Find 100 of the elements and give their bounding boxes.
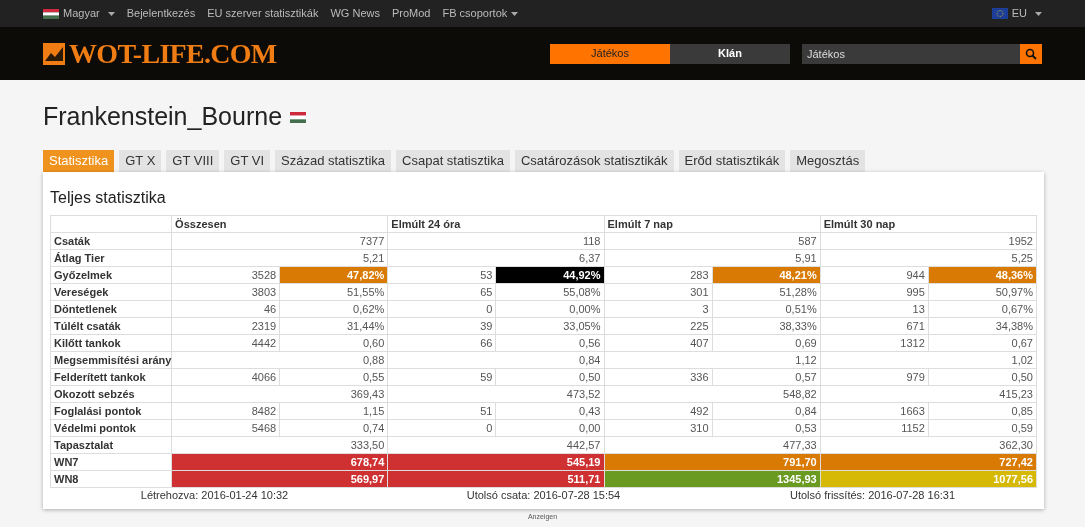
table-cell: 0,69: [712, 334, 821, 352]
mode-tab[interactable]: Klán: [670, 43, 790, 64]
row-label: Csaták: [50, 232, 172, 250]
table-cell: 2319: [171, 317, 280, 335]
nav-link[interactable]: EU szerver statisztikák: [207, 5, 319, 22]
table-cell: 0,53: [712, 419, 821, 437]
table-cell: 65: [387, 283, 496, 301]
table-cell: 336: [604, 368, 713, 386]
table-cell: 1312: [820, 334, 929, 352]
table-cell: 225: [604, 317, 713, 335]
logo[interactable]: WOT-LIFE.COM: [69, 32, 277, 75]
table-cell: 1,12: [604, 351, 821, 369]
caret-icon: [107, 11, 115, 16]
table-cell: 51,28%: [712, 283, 821, 301]
timestamp: Utolsó csata: 2016-07-28 15:54: [465, 488, 622, 503]
table-cell: 548,82: [604, 385, 821, 403]
table-cell: 51: [387, 402, 496, 420]
table-cell: 0,88: [171, 351, 388, 369]
search-button[interactable]: [1020, 43, 1042, 64]
table-cell: 1,15: [279, 402, 388, 420]
logo-icon: [43, 42, 65, 65]
row-label: Átlag Tier: [50, 249, 172, 267]
mode-tab[interactable]: Játékos: [550, 43, 670, 64]
table-cell: 3: [604, 300, 713, 318]
table-cell: 3803: [171, 283, 280, 301]
table-cell: 1952: [820, 232, 1037, 250]
language-menu[interactable]: Magyar: [43, 5, 115, 22]
table-cell: 0: [387, 300, 496, 318]
table-cell: 0,55: [279, 368, 388, 386]
row-label: Okozott sebzés: [50, 385, 172, 403]
caret-icon: [511, 11, 519, 16]
table-cell: 0,51%: [712, 300, 821, 318]
table-cell: 7377: [171, 232, 388, 250]
nav-link[interactable]: FB csoportok: [442, 5, 519, 22]
table-cell: 477,33: [604, 436, 821, 454]
table-cell: 55,08%: [495, 283, 604, 301]
row-label: Döntetlenek: [50, 300, 172, 318]
row-label: Foglalási pontok: [50, 402, 172, 420]
table-cell: 415,23: [820, 385, 1037, 403]
table-cell: 5,21: [171, 249, 388, 267]
region-menu[interactable]: EU: [991, 5, 1042, 22]
table-cell: 0,50: [495, 368, 604, 386]
table-cell: 0,84: [712, 402, 821, 420]
table-cell: 362,30: [820, 436, 1037, 454]
table-cell: 0,56: [495, 334, 604, 352]
row-label: WN7: [50, 453, 172, 471]
tab[interactable]: Csapat statisztika: [396, 150, 510, 172]
row-label: Túlélt csaták: [50, 317, 172, 335]
row-label: Tapasztalat: [50, 436, 172, 454]
table-cell: 0,43: [495, 402, 604, 420]
table-cell: 5468: [171, 419, 280, 437]
table-cell: 333,50: [171, 436, 388, 454]
search-field[interactable]: Játékos: [802, 43, 1020, 64]
table-cell: 0,67: [928, 334, 1037, 352]
flag-icon: [290, 111, 307, 123]
table-cell: 301: [604, 283, 713, 301]
table-cell: 0,67%: [928, 300, 1037, 318]
nav-link[interactable]: ProMod: [391, 5, 431, 22]
tab[interactable]: Erőd statisztikák: [678, 150, 786, 172]
table-cell: 6,37: [387, 249, 604, 267]
row-label: WN8: [50, 470, 172, 488]
column-header: Elmúlt 24 óra: [387, 215, 604, 233]
table-cell: 587: [604, 232, 821, 250]
timestamp: Utolsó frissítés: 2016-07-28 16:31: [788, 488, 957, 503]
eu-flag-icon: [991, 8, 1008, 19]
table-cell: 0,62%: [279, 300, 388, 318]
flag-icon: [43, 8, 59, 19]
table-cell: 59: [387, 368, 496, 386]
table-cell: 38,33%: [712, 317, 821, 335]
table-cell: 13: [820, 300, 929, 318]
table-cell: 0,59: [928, 419, 1037, 437]
column-header: Elmúlt 7 nap: [604, 215, 821, 233]
table-cell: 671: [820, 317, 929, 335]
table-cell: 5,91: [604, 249, 821, 267]
tab[interactable]: Megosztás: [790, 150, 866, 172]
tab[interactable]: GT VI: [224, 150, 270, 172]
row-label: Kilőtt tankok: [50, 334, 172, 352]
row-label: Győzelmek: [50, 266, 172, 284]
table-cell: 66: [387, 334, 496, 352]
tab[interactable]: GT VIII: [166, 150, 220, 172]
tab[interactable]: GT X: [119, 150, 162, 172]
tab[interactable]: Század statisztika: [275, 150, 392, 172]
tab[interactable]: Csatározások statisztikák: [514, 150, 674, 172]
table-cell: 442,57: [387, 436, 604, 454]
table-cell: 310: [604, 419, 713, 437]
column-header: Összesen: [171, 215, 388, 233]
row-label: Védelmi pontok: [50, 419, 172, 437]
table-cell: 944: [820, 266, 929, 284]
table-cell: 39: [387, 317, 496, 335]
table-cell: 53: [387, 266, 496, 284]
table-cell: 31,44%: [279, 317, 388, 335]
table-cell: 1663: [820, 402, 929, 420]
table-cell: 0,00: [495, 419, 604, 437]
table-cell: 0,85: [928, 402, 1037, 420]
table-cell: 995: [820, 283, 929, 301]
nav-link[interactable]: Bejelentkezés: [126, 5, 196, 22]
table-cell: 283: [604, 266, 713, 284]
nav-link[interactable]: WG News: [330, 5, 380, 22]
table-cell: 4442: [171, 334, 280, 352]
row-label: Megsemmisítési arány: [50, 351, 172, 369]
